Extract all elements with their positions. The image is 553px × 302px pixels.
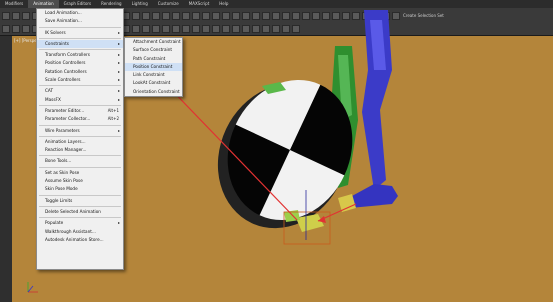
submenu-arrow-icon: ▸ (117, 96, 120, 102)
submenu-arrow-icon: ▸ (117, 220, 120, 226)
animation-menu-item[interactable]: IK Solvers ▸ (37, 29, 123, 37)
submenu-arrow-icon: ▸ (117, 68, 120, 74)
animation-menu-item[interactable]: Delete Selected Animation (37, 208, 123, 216)
menu-separator (39, 124, 121, 126)
shortcut-label: Alt+2 (107, 116, 119, 122)
animation-menu-item[interactable]: Constraints ▸ (37, 39, 123, 49)
animation-menu-item-label: Animation Layers... (45, 138, 86, 144)
animation-menu-item-label: Scale Controllers (45, 77, 81, 83)
submenu-arrow-icon: ▸ (117, 127, 120, 133)
menu-separator (39, 217, 121, 219)
animation-menu-item[interactable]: Wire Parameters ▸ (37, 127, 123, 135)
constraints-menu-item[interactable]: Surface Constraint (125, 46, 182, 54)
animation-menu-item[interactable]: Parameter Collector... Alt+2 (37, 115, 123, 123)
menu-separator (39, 194, 121, 196)
animation-menu-item-label: Rotation Controllers (45, 68, 87, 74)
animation-menu-item[interactable]: Assume Skin Pose (37, 177, 123, 185)
submenu-arrow-icon: ▸ (117, 52, 120, 58)
animation-menu-item-label: Toggle Limits (45, 197, 73, 203)
animation-menu-item[interactable]: Walkthrough Assistant... (37, 228, 123, 236)
animation-menu-item[interactable]: Skin Pose Mode (37, 185, 123, 193)
menu-separator (39, 49, 121, 51)
constraints-menu-item-label: LookAt Constraint (133, 80, 171, 86)
constraints-menu-item[interactable]: LookAt Constraint (125, 79, 182, 87)
menu-separator (39, 37, 121, 39)
animation-menu-item-label: Load Animation... (45, 10, 82, 15)
animation-menu-item[interactable]: Scale Controllers ▸ (37, 76, 123, 84)
animation-menu-item-label: Bone Tools... (45, 158, 72, 164)
animation-menu-item[interactable]: MassFX ▸ (37, 96, 123, 104)
animation-menu-item[interactable]: Parameter Editor... Alt+1 (37, 107, 123, 115)
menu-separator (39, 166, 121, 168)
submenu-arrow-icon: ▸ (117, 88, 120, 94)
submenu-arrow-icon: ▸ (117, 29, 120, 35)
animation-menu-item[interactable]: Reaction Manager... (37, 146, 123, 154)
animation-menu-item-label: Set as Skin Pose (45, 169, 80, 175)
constraints-submenu: Attachment Constraint Surface Constraint P… (124, 37, 183, 97)
constraints-menu-item-label: Position Constraint (133, 63, 173, 69)
menu-separator (39, 135, 121, 137)
menu-separator (39, 85, 121, 87)
menu-separator (39, 205, 121, 207)
animation-menu-item-label: Delete Selected Animation (45, 208, 101, 214)
menu-separator (39, 104, 121, 106)
constraints-menu-item-label: Orientation Constraint (133, 88, 180, 94)
constraints-menu-item[interactable]: Orientation Constraint (125, 88, 182, 96)
animation-menu-item[interactable]: Save Animation... (37, 17, 123, 25)
animation-menu-item-label: Walkthrough Assistant... (45, 228, 96, 234)
menu-separator (39, 26, 121, 28)
menu-separator (39, 155, 121, 157)
constraints-menu-item[interactable]: Attachment Constraint (125, 38, 182, 46)
animation-menu-item-label: Save Animation... (45, 18, 82, 24)
animation-menu-item-label: Parameter Collector... (45, 116, 91, 122)
constraints-menu-item[interactable]: Link Constraint (125, 71, 182, 79)
animation-menu-item[interactable]: Load Animation... (37, 9, 123, 17)
animation-menu-item[interactable]: Transform Controllers ▸ (37, 51, 123, 59)
animation-menu: Load Animation... Save Animation... IK Sol… (36, 8, 124, 270)
animation-menu-item-label: MassFX (45, 96, 61, 102)
animation-menu-item-label: IK Solvers (45, 29, 66, 35)
constraints-menu-item[interactable]: Position Constraint (125, 62, 182, 72)
constraints-menu-item-label: Attachment Constraint (133, 39, 181, 44)
animation-menu-item-label: Parameter Editor... (45, 107, 85, 113)
blue-foot (350, 184, 398, 208)
animation-menu-item-label: CAT (45, 88, 54, 94)
animation-menu-item[interactable]: Position Controllers ▸ (37, 59, 123, 67)
animation-menu-item[interactable]: Set as Skin Pose (37, 169, 123, 177)
animation-menu-item-label: Constraints (45, 40, 69, 46)
animation-menu-item[interactable]: CAT ▸ (37, 87, 123, 95)
animation-menu-item[interactable]: Bone Tools... (37, 157, 123, 165)
constraints-menu-item[interactable]: Path Constraint (125, 55, 182, 63)
animation-menu-item[interactable]: Autodesk Animation Store... (37, 236, 123, 244)
animation-menu-item[interactable]: Toggle Limits (37, 197, 123, 205)
constraints-menu-item-label: Path Constraint (133, 55, 166, 61)
shortcut-label: Alt+1 (107, 107, 119, 113)
submenu-arrow-icon: ▸ (117, 40, 120, 46)
submenu-arrow-icon: ▸ (117, 77, 120, 83)
animation-menu-item-label: Transform Controllers (45, 52, 90, 58)
animation-menu-item-label: Populate (45, 220, 64, 226)
submenu-arrow-icon: ▸ (117, 60, 120, 66)
animation-menu-item[interactable]: Populate ▸ (37, 219, 123, 227)
constraints-menu-item-label: Surface Constraint (133, 47, 172, 53)
animation-menu-item-label: Autodesk Animation Store... (45, 236, 104, 242)
animation-menu-item-label: Wire Parameters (45, 127, 80, 133)
animation-menu-item-label: Reaction Manager... (45, 147, 87, 153)
constraints-menu-item-label: Link Constraint (133, 72, 165, 78)
animation-menu-item-label: Position Controllers (45, 60, 86, 66)
animation-menu-item-label: Assume Skin Pose (45, 178, 83, 184)
animation-menu-item[interactable]: Rotation Controllers ▸ (37, 68, 123, 76)
animation-menu-item-label: Skin Pose Mode (45, 186, 78, 192)
animation-menu-item[interactable]: Animation Layers... (37, 138, 123, 146)
